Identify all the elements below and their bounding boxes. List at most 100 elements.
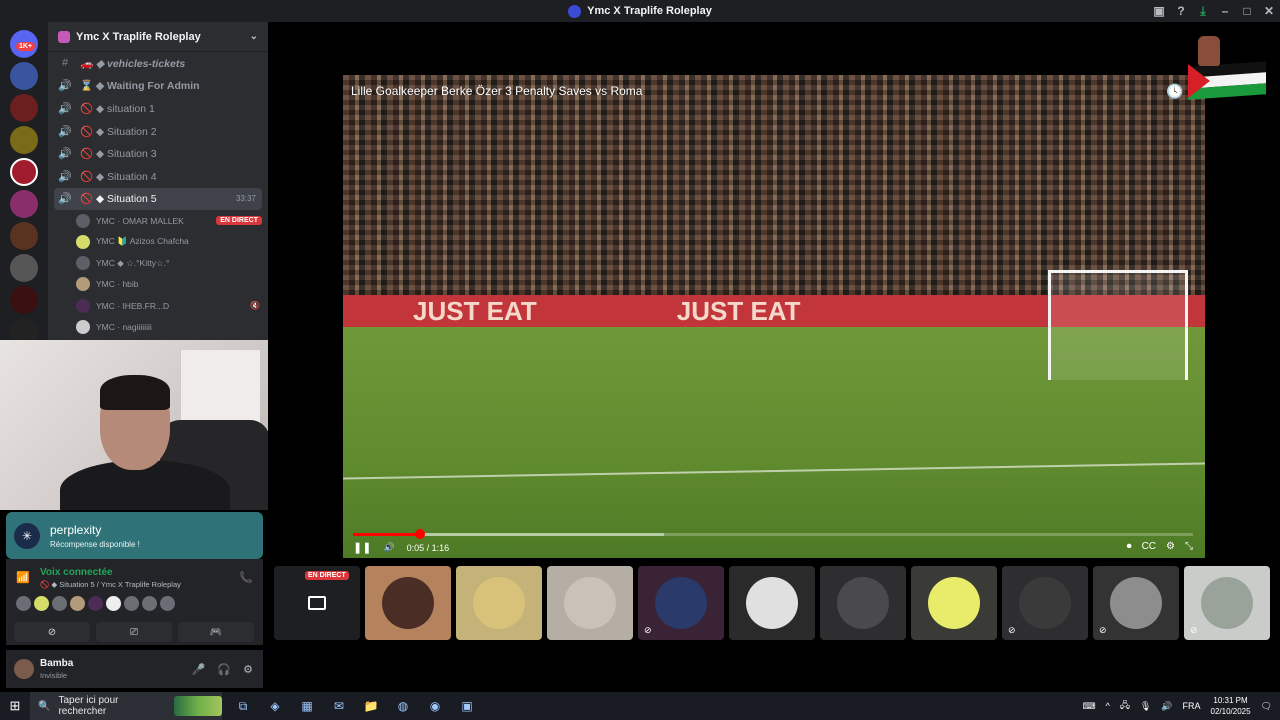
participant-tile[interactable]: ⊘: [1184, 566, 1270, 640]
voice-user-name: YMC · IHEB.FR...D: [96, 300, 170, 311]
avatar[interactable]: [106, 596, 121, 611]
participant-tile-screen[interactable]: EN DIRECT: [274, 566, 360, 640]
language-indicator[interactable]: FRA: [1183, 701, 1201, 711]
voice-user[interactable]: YMC · IHEB.FR...D 🔇: [48, 295, 268, 316]
channel-item[interactable]: # 🚗 ◆ vehicles-tickets: [48, 52, 268, 75]
volume-icon[interactable]: 🔊: [383, 542, 394, 553]
app-icon[interactable]: ▣: [456, 699, 478, 714]
username[interactable]: Bamba: [40, 658, 73, 669]
avatar[interactable]: [124, 596, 139, 611]
adboard-text: JUST EAT: [413, 295, 537, 326]
participant-tile[interactable]: [729, 566, 815, 640]
server-icon[interactable]: [10, 94, 38, 122]
maximize-button[interactable]: □: [1236, 4, 1258, 18]
participant-tile[interactable]: [365, 566, 451, 640]
network-icon[interactable]: 🖧: [1120, 698, 1130, 714]
server-header[interactable]: Ymc X Traplife Roleplay ⌄: [48, 22, 268, 52]
speaker-icon: 🔊: [58, 148, 72, 161]
activity-icon[interactable]: 🎮: [178, 622, 254, 642]
settings-icon[interactable]: ⚙: [1166, 541, 1175, 552]
voice-user[interactable]: YMC · nagiiiiiiii: [48, 316, 268, 337]
voice-user[interactable]: YMC 🔰 Azizos Chafcha: [48, 231, 268, 252]
participant-tile[interactable]: ⊘: [638, 566, 724, 640]
store-icon[interactable]: ▦: [296, 699, 318, 714]
voice-status[interactable]: Voix connectée: [40, 567, 113, 578]
fullscreen-exit-icon[interactable]: ⤡: [1185, 541, 1193, 552]
server-icon[interactable]: [10, 190, 38, 218]
server-icon-selected[interactable]: [10, 158, 38, 186]
copilot-icon[interactable]: ◈: [264, 699, 286, 714]
window-titlebar: Ymc X Traplife Roleplay ▣ ? ⤓ – □ ✕: [0, 0, 1280, 22]
screen-share-icon[interactable]: ⎚: [96, 622, 172, 642]
windows-start-icon[interactable]: ⊞: [0, 698, 30, 714]
disconnect-icon[interactable]: 📞: [239, 571, 253, 584]
channel-item[interactable]: 🔊 🚫 ◆ Situation 2: [48, 120, 268, 143]
avatar[interactable]: [70, 596, 85, 611]
avatar[interactable]: [16, 596, 31, 611]
task-view-icon[interactable]: ⧉: [232, 699, 254, 714]
channel-item[interactable]: 🔊 🚫 ◆ situation 1: [48, 97, 268, 120]
channel-item[interactable]: 🔊 ⌛ ◆ Waiting For Admin: [48, 75, 268, 98]
voice-channel[interactable]: 🚫 ◆ Situation 5 / Ymc X Traplife Rolepla…: [40, 580, 181, 589]
outlook-icon[interactable]: ✉: [328, 699, 350, 714]
participant-tile[interactable]: [456, 566, 542, 640]
avatar[interactable]: [160, 596, 175, 611]
channel-item[interactable]: 🔊 🚫 ◆ Situation 4: [48, 165, 268, 188]
server-icon[interactable]: [10, 254, 38, 282]
subtitles-icon[interactable]: CC: [1142, 541, 1156, 552]
progress-bar[interactable]: [353, 529, 1193, 539]
camera-off-icon[interactable]: ⊘: [14, 622, 90, 642]
settings-gear-icon[interactable]: ⚙: [243, 663, 253, 676]
participant-tile[interactable]: [547, 566, 633, 640]
clock[interactable]: 10:31 PM 02/10/2025: [1211, 695, 1251, 717]
server-icon[interactable]: [10, 126, 38, 154]
server-icon[interactable]: [10, 62, 38, 90]
call-duration: 33:37: [235, 194, 256, 204]
participant-tile[interactable]: ⊘: [1093, 566, 1179, 640]
notifications-icon[interactable]: 🗨: [1261, 701, 1272, 712]
channel-item[interactable]: 🔊 🚫 ◆ Situation 3: [48, 142, 268, 165]
server-icon[interactable]: [10, 286, 38, 314]
discord-icon[interactable]: ◉: [424, 699, 446, 714]
avatar[interactable]: [142, 596, 157, 611]
video-controls: ❚❚ 🔊 0:05 / 1:16: [353, 541, 449, 554]
close-button[interactable]: ✕: [1258, 4, 1280, 18]
goal-net: [1048, 270, 1188, 380]
raised-fist-icon: [1198, 36, 1220, 66]
autoplay-toggle-icon[interactable]: ⏺: [1127, 541, 1132, 552]
avatar[interactable]: [34, 596, 49, 611]
server-icon[interactable]: [10, 222, 38, 250]
microphone-icon[interactable]: 🎤: [192, 663, 206, 676]
avatar[interactable]: [88, 596, 103, 611]
avatar: [564, 577, 616, 629]
chevron-up-icon[interactable]: ^: [1106, 701, 1110, 711]
minimize-button[interactable]: –: [1214, 4, 1236, 18]
voice-user[interactable]: YMC · hbib: [48, 274, 268, 295]
download-icon[interactable]: ⤓: [1192, 4, 1214, 19]
voice-user[interactable]: YMC · OMAR MALLEK EN DIRECT: [48, 210, 268, 231]
avatar[interactable]: [52, 596, 67, 611]
webcam-overlay: [0, 340, 303, 510]
participant-tile[interactable]: [911, 566, 997, 640]
help-icon[interactable]: ?: [1170, 4, 1192, 18]
chevron-down-icon[interactable]: ⌄: [250, 31, 258, 42]
channel-item-active[interactable]: 🔊 🚫 ◆ Situation 5 33:37: [54, 187, 262, 211]
inbox-icon[interactable]: ▣: [1148, 4, 1170, 18]
channel-label: 🚫 ◆ Situation 3: [80, 148, 157, 161]
keyboard-icon[interactable]: ⌨: [1083, 701, 1096, 712]
headphones-icon[interactable]: 🎧: [217, 663, 231, 676]
video-player[interactable]: JUST EAT JUST EAT Lille Goalkeeper Berke…: [343, 75, 1205, 558]
taskbar-search[interactable]: 🔍 Taper ici pour rechercher: [30, 692, 222, 720]
participant-tile[interactable]: ⊘: [1002, 566, 1088, 640]
volume-icon[interactable]: 🔊: [1161, 701, 1172, 712]
activity-card[interactable]: ✳ perplexity Récompense disponible !: [6, 512, 263, 559]
participant-tile[interactable]: [820, 566, 906, 640]
voice-user[interactable]: YMC ◆ ☆.°Kitty☆.°: [48, 253, 268, 274]
watch-later-icon[interactable]: 🕓: [1166, 83, 1183, 99]
file-explorer-icon[interactable]: 📁: [360, 699, 382, 714]
pause-icon[interactable]: ❚❚: [353, 541, 371, 554]
edge-icon[interactable]: ◍: [392, 699, 414, 714]
video-title[interactable]: Lille Goalkeeper Berke Özer 3 Penalty Sa…: [351, 84, 642, 98]
microphone-icon[interactable]: 🎙: [1140, 701, 1151, 712]
avatar[interactable]: [14, 659, 34, 679]
